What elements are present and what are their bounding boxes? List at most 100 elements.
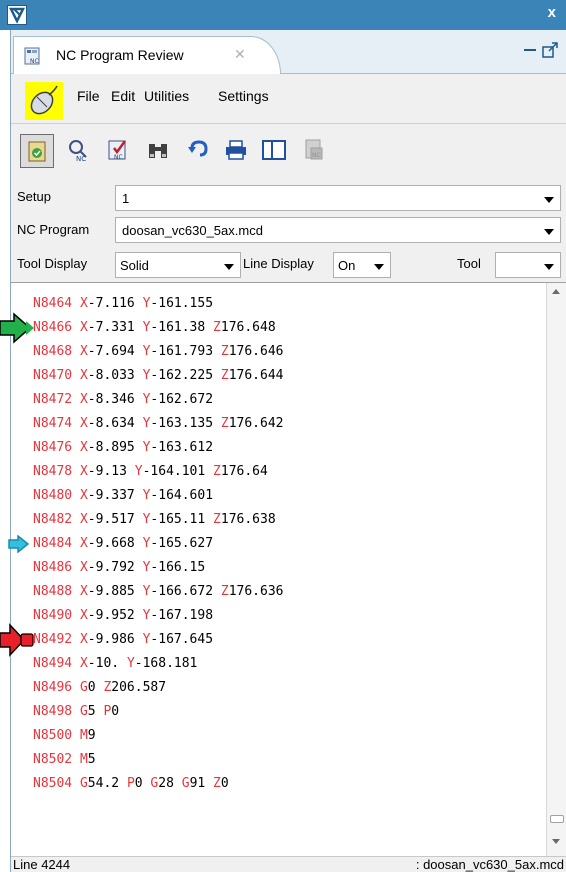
code-text: N8478 X-9.13 Y-164.101 Z176.64 bbox=[33, 464, 268, 479]
code-line[interactable]: N8500 M9 bbox=[11, 725, 546, 749]
code-text: N8494 X-10. Y-168.181 bbox=[33, 656, 197, 671]
tool-select[interactable] bbox=[495, 252, 561, 278]
check-nc-button[interactable]: NC bbox=[101, 134, 135, 168]
nc-word: N8476 bbox=[33, 440, 80, 455]
nc-value: -162.225 bbox=[150, 368, 221, 383]
scrollbar-thumb[interactable] bbox=[550, 815, 564, 823]
red-stop-icon bbox=[0, 623, 34, 657]
line-display-select[interactable]: On bbox=[333, 252, 391, 278]
menu-edit[interactable]: Edit bbox=[111, 88, 135, 104]
nc-word: X bbox=[79, 296, 88, 311]
code-line[interactable]: N8466 X-7.331 Y-161.38 Z176.648 bbox=[11, 317, 546, 341]
nc-word: Z bbox=[220, 584, 229, 599]
verify-button[interactable] bbox=[20, 134, 54, 168]
mouse-mode-icon[interactable] bbox=[25, 82, 63, 120]
nc-word: P bbox=[126, 776, 135, 791]
minimize-button[interactable] bbox=[524, 47, 536, 51]
code-line[interactable]: N8470 X-8.033 Y-162.225 Z176.644 bbox=[11, 365, 546, 389]
code-line[interactable]: N8502 M5 bbox=[11, 749, 546, 773]
vertical-scrollbar[interactable] bbox=[546, 283, 566, 856]
code-line[interactable]: N8484 X-9.668 Y-165.627 bbox=[11, 533, 546, 557]
status-line: Line 4244 bbox=[13, 857, 71, 872]
code-line[interactable]: N8490 X-9.952 Y-167.198 bbox=[11, 605, 546, 629]
cyan-arrow-icon bbox=[8, 535, 30, 553]
code-line[interactable]: N8504 G54.2 P0 G28 G91 Z0 bbox=[11, 773, 546, 797]
nc-word: X bbox=[79, 440, 88, 455]
tool-display-value: Solid bbox=[120, 258, 149, 273]
code-line[interactable]: N8488 X-9.885 Y-166.672 Z176.636 bbox=[11, 581, 546, 605]
nc-program-select[interactable]: doosan_vc630_5ax.mcd bbox=[115, 217, 561, 243]
nc-value: -167.645 bbox=[150, 632, 214, 647]
tool-display-select[interactable]: Solid bbox=[115, 252, 241, 278]
nc-word: X bbox=[79, 608, 88, 623]
menu-utilities[interactable]: Utilities bbox=[144, 88, 189, 104]
nc-value: -8.346 bbox=[87, 392, 143, 407]
nc-word: Z bbox=[220, 344, 229, 359]
nc-word: Y bbox=[134, 464, 143, 479]
code-line[interactable]: N8492 X-9.986 Y-167.645 bbox=[11, 629, 546, 653]
undo-icon bbox=[188, 140, 208, 157]
code-line[interactable]: N8464 X-7.116 Y-161.155 bbox=[11, 293, 546, 317]
tool-display-label: Tool Display bbox=[17, 256, 88, 271]
undo-button[interactable] bbox=[181, 134, 215, 168]
nc-word: M bbox=[79, 752, 88, 767]
code-line[interactable]: N8494 X-10. Y-168.181 bbox=[11, 653, 546, 677]
nc-word: X bbox=[79, 512, 88, 527]
print-button[interactable] bbox=[219, 134, 253, 168]
code-line[interactable]: N8468 X-7.694 Y-161.793 Z176.646 bbox=[11, 341, 546, 365]
scroll-up-icon[interactable] bbox=[552, 289, 560, 294]
zoom-nc-button[interactable]: NC bbox=[61, 134, 95, 168]
code-text: N8470 X-8.033 Y-162.225 Z176.644 bbox=[33, 368, 284, 383]
code-line[interactable]: N8496 G0 Z206.587 bbox=[11, 677, 546, 701]
code-text: N8464 X-7.116 Y-161.155 bbox=[33, 296, 213, 311]
verify-icon bbox=[28, 141, 46, 162]
code-line[interactable]: N8486 X-9.792 Y-166.15 bbox=[11, 557, 546, 581]
setup-row: Setup 1 bbox=[11, 182, 566, 214]
nc-value: 176.636 bbox=[228, 584, 284, 599]
nc-word: Z bbox=[213, 320, 221, 335]
status-file: : doosan_vc630_5ax.mcd bbox=[415, 857, 564, 872]
code-text: N8498 G5 P0 bbox=[33, 704, 119, 719]
nc-value: 0 bbox=[87, 680, 104, 695]
nc-value: -7.694 bbox=[87, 344, 143, 359]
code-line[interactable]: N8478 X-9.13 Y-164.101 Z176.64 bbox=[11, 461, 546, 485]
split-view-button[interactable] bbox=[257, 134, 291, 168]
code-line[interactable]: N8480 X-9.337 Y-164.601 bbox=[11, 485, 546, 509]
code-line[interactable]: N8476 X-8.895 Y-163.612 bbox=[11, 437, 546, 461]
nc-value: 176.646 bbox=[228, 344, 284, 359]
scroll-down-icon[interactable] bbox=[552, 839, 560, 844]
menu-file[interactable]: File bbox=[77, 88, 100, 104]
nc-program-label: NC Program bbox=[17, 222, 90, 237]
code-text: N8490 X-9.952 Y-167.198 bbox=[33, 608, 213, 623]
chevron-down-icon bbox=[544, 197, 554, 203]
nc-value: -164.601 bbox=[150, 488, 214, 503]
code-text: N8468 X-7.694 Y-161.793 Z176.646 bbox=[33, 344, 284, 359]
find-button[interactable] bbox=[141, 134, 175, 168]
nc-word: X bbox=[79, 656, 88, 671]
nc-code-view[interactable]: N8464 X-7.116 Y-161.155 N8466 X-7.331 Y-1… bbox=[11, 282, 566, 856]
setup-select[interactable]: 1 bbox=[115, 185, 561, 211]
code-line[interactable]: N8482 X-9.517 Y-165.11 Z176.638 bbox=[11, 509, 546, 533]
nc-value: -161.793 bbox=[150, 344, 221, 359]
tab-row: NC NC Program Review ✕ bbox=[11, 30, 566, 74]
nc-value: -8.033 bbox=[87, 368, 143, 383]
code-line[interactable]: N8498 G5 P0 bbox=[11, 701, 546, 725]
detach-window-icon[interactable] bbox=[542, 41, 560, 59]
nc-value: -165.11 bbox=[150, 512, 214, 527]
menu-settings[interactable]: Settings bbox=[218, 88, 269, 104]
code-line[interactable]: N8474 X-8.634 Y-163.135 Z176.642 bbox=[11, 413, 546, 437]
nc-value: 5 bbox=[87, 752, 96, 767]
nc-value: -168.181 bbox=[134, 656, 198, 671]
tab-close-icon[interactable]: ✕ bbox=[234, 46, 246, 63]
nc-value: -164.101 bbox=[142, 464, 214, 479]
nc-value: 0 bbox=[220, 776, 229, 791]
tab-nc-program-review[interactable]: NC NC Program Review ✕ bbox=[13, 36, 281, 74]
display-row: Tool Display Solid Line Display On Tool bbox=[11, 248, 566, 282]
code-line[interactable]: N8472 X-8.346 Y-162.672 bbox=[11, 389, 546, 413]
window-close-button[interactable]: x bbox=[548, 4, 556, 21]
check-nc-icon: NC bbox=[108, 140, 127, 161]
nc-value: -161.38 bbox=[150, 320, 214, 335]
toolbar: NC NC NC bbox=[11, 124, 566, 182]
nc-disabled-button[interactable]: NC bbox=[297, 134, 331, 168]
nc-word: X bbox=[79, 368, 88, 383]
